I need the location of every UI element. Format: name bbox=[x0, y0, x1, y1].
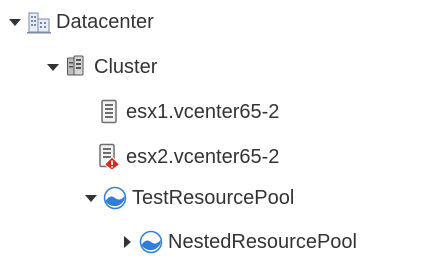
chevron-down-icon bbox=[47, 64, 59, 71]
chevron-right-icon bbox=[124, 236, 131, 248]
resource-pool-icon bbox=[138, 228, 164, 256]
expand-toggle-datacenter[interactable] bbox=[8, 15, 22, 29]
tree-node-label[interactable]: Cluster bbox=[94, 53, 157, 81]
resource-pool-icon bbox=[102, 184, 128, 212]
host-icon bbox=[96, 98, 122, 126]
tree-node-label[interactable]: NestedResourcePool bbox=[168, 228, 357, 256]
datacenter-icon bbox=[26, 8, 52, 36]
cluster-icon bbox=[64, 53, 90, 81]
tree-node-host-esx2[interactable]: esx2.vcenter65-2 bbox=[96, 141, 279, 173]
chevron-down-icon bbox=[9, 19, 21, 26]
tree-node-host-esx1[interactable]: esx1.vcenter65-2 bbox=[96, 96, 279, 128]
tree-node-label[interactable]: esx1.vcenter65-2 bbox=[126, 98, 279, 126]
tree-node-cluster[interactable]: Cluster bbox=[46, 51, 157, 83]
tree-node-resource-pool-test[interactable]: TestResourcePool bbox=[84, 182, 294, 214]
expand-toggle-nested-resource-pool[interactable] bbox=[120, 235, 134, 249]
tree-node-label[interactable]: Datacenter bbox=[56, 8, 154, 36]
host-error-icon bbox=[96, 143, 122, 171]
chevron-down-icon bbox=[85, 195, 97, 202]
tree-node-datacenter[interactable]: Datacenter bbox=[8, 6, 154, 38]
inventory-tree: Datacenter Cluster esx1.vcenter65-2 esx2… bbox=[0, 0, 429, 255]
tree-node-label[interactable]: TestResourcePool bbox=[132, 184, 294, 212]
expand-toggle-test-resource-pool[interactable] bbox=[84, 191, 98, 205]
expand-toggle-cluster[interactable] bbox=[46, 60, 60, 74]
tree-node-label[interactable]: esx2.vcenter65-2 bbox=[126, 143, 279, 171]
tree-node-resource-pool-nested[interactable]: NestedResourcePool bbox=[120, 226, 357, 258]
